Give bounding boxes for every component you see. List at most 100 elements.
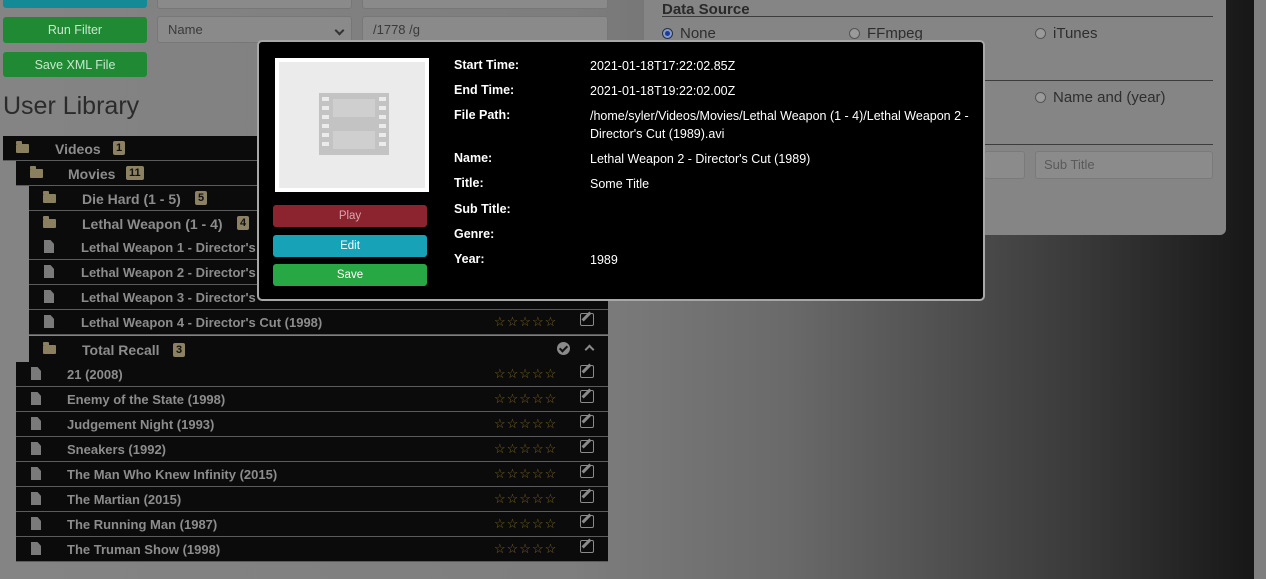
top-partial-button[interactable]: [3, 0, 147, 8]
item-label: Lethal Weapon 2 - Director's: [81, 265, 256, 280]
rating-stars[interactable]: ☆☆☆☆☆: [494, 491, 557, 507]
folder-label: Videos: [55, 141, 101, 157]
folder-icon: [16, 141, 29, 153]
name-value: Lethal Weapon 2 - Director's Cut (1989): [590, 152, 811, 166]
edit-icon[interactable]: [580, 490, 594, 503]
start-time-value: 2021-01-18T17:22:02.85Z: [590, 59, 736, 73]
item-label: Enemy of the State (1998): [67, 392, 226, 407]
file-icon: [31, 492, 41, 505]
name-label: Name:: [454, 151, 493, 165]
radio-itunes[interactable]: [1035, 28, 1046, 39]
count-badge: 11: [126, 166, 144, 180]
file-icon: [31, 542, 41, 555]
file-icon: [31, 392, 41, 405]
rating-stars[interactable]: ☆☆☆☆☆: [494, 366, 557, 382]
file-icon: [31, 467, 41, 480]
partial-field[interactable]: [984, 151, 1025, 179]
edit-icon[interactable]: [580, 540, 594, 553]
tree-item-movie[interactable]: The Man Who Knew Infinity (2015) ☆☆☆☆☆: [16, 462, 608, 487]
item-label: The Man Who Knew Infinity (2015): [67, 467, 278, 482]
rating-stars[interactable]: ☆☆☆☆☆: [494, 314, 557, 330]
filter-field-select[interactable]: Name: [157, 16, 352, 43]
folder-icon: [43, 216, 56, 228]
play-button[interactable]: Play: [273, 205, 427, 227]
year-value: 1989: [590, 253, 618, 267]
sub-title-label: Sub Title:: [454, 202, 511, 216]
tree-item-movie[interactable]: The Truman Show (1998) ☆☆☆☆☆: [16, 537, 608, 562]
save-xml-button[interactable]: Save XML File: [3, 52, 147, 77]
item-label: 21 (2008): [67, 367, 123, 382]
rating-stars[interactable]: ☆☆☆☆☆: [494, 516, 557, 532]
file-icon: [44, 240, 54, 253]
title-value: Some Title: [590, 177, 650, 191]
edit-icon[interactable]: [580, 365, 594, 378]
edit-icon[interactable]: [580, 440, 594, 453]
file-icon: [44, 265, 54, 278]
media-details-modal: Play Edit Save Start Time: 2021-01-18T17…: [257, 40, 985, 301]
item-label: The Truman Show (1998): [67, 542, 221, 557]
file-icon: [44, 290, 54, 303]
count-badge: 3: [173, 343, 186, 357]
file-icon: [31, 367, 41, 380]
count-badge: 5: [195, 191, 208, 205]
year-label: Year:: [454, 252, 485, 266]
chevron-up-icon[interactable]: [584, 344, 595, 355]
edit-icon[interactable]: [580, 515, 594, 528]
check-circle-icon[interactable]: [557, 342, 570, 355]
file-icon: [31, 442, 41, 455]
end-time-label: End Time:: [454, 83, 515, 97]
rating-stars[interactable]: ☆☆☆☆☆: [494, 391, 557, 407]
start-time-label: Start Time:: [454, 58, 520, 72]
radio-name-year-label: Name and (year): [1053, 89, 1166, 106]
item-label: Lethal Weapon 1 - Director's: [81, 240, 256, 255]
folder-label: Movies: [68, 166, 116, 182]
edit-icon[interactable]: [580, 465, 594, 478]
folder-icon: [43, 191, 56, 203]
radio-ffmpeg[interactable]: [849, 28, 860, 39]
thumbnail: [275, 58, 429, 192]
tree-item-movie[interactable]: The Running Man (1987) ☆☆☆☆☆: [16, 512, 608, 537]
rating-stars[interactable]: ☆☆☆☆☆: [494, 541, 557, 557]
tree-item-movie[interactable]: The Martian (2015) ☆☆☆☆☆: [16, 487, 608, 512]
file-icon: [31, 417, 41, 430]
top-partial-field[interactable]: [157, 0, 352, 9]
item-label: Judgement Night (1993): [67, 417, 215, 432]
filter-pattern-input[interactable]: /1778 /g: [362, 16, 608, 43]
folder-label: Total Recall: [82, 342, 160, 358]
radio-itunes-label: iTunes: [1053, 25, 1098, 42]
tree-item-lw4[interactable]: Lethal Weapon 4 - Director's Cut (1998) …: [29, 310, 608, 335]
rating-stars[interactable]: ☆☆☆☆☆: [494, 466, 557, 482]
radio-name-year[interactable]: [1035, 92, 1046, 103]
folder-label: Die Hard (1 - 5): [82, 191, 181, 207]
tree-item-movie[interactable]: Judgement Night (1993) ☆☆☆☆☆: [16, 412, 608, 437]
right-edge-strip: [1254, 0, 1266, 579]
genre-label: Genre:: [454, 227, 495, 241]
top-partial-field-2[interactable]: [362, 0, 608, 9]
rating-stars[interactable]: ☆☆☆☆☆: [494, 441, 557, 457]
count-badge: 4: [237, 216, 250, 230]
edit-icon[interactable]: [580, 390, 594, 403]
save-button[interactable]: Save: [273, 264, 427, 286]
tree-item-movie[interactable]: Enemy of the State (1998) ☆☆☆☆☆: [16, 387, 608, 412]
tree-folder-total-recall[interactable]: Total Recall 3: [29, 336, 608, 363]
item-label: Sneakers (1992): [67, 442, 167, 457]
edit-icon[interactable]: [580, 313, 594, 326]
edit-icon[interactable]: [580, 415, 594, 428]
folder-label: Lethal Weapon (1 - 4): [82, 216, 223, 232]
run-filter-button[interactable]: Run Filter: [3, 17, 147, 43]
filter-field-value: Name: [168, 22, 203, 37]
file-icon: [44, 315, 54, 328]
radio-none[interactable]: [662, 28, 673, 39]
tree-item-movie[interactable]: Sneakers (1992) ☆☆☆☆☆: [16, 437, 608, 462]
item-label: The Martian (2015): [67, 492, 182, 507]
sub-title-input[interactable]: Sub Title: [1035, 151, 1213, 179]
item-label: Lethal Weapon 3 - Director's: [81, 290, 256, 305]
file-icon: [31, 517, 41, 530]
folder-icon: [30, 166, 43, 178]
edit-button[interactable]: Edit: [273, 235, 427, 257]
item-label: The Running Man (1987): [67, 517, 218, 532]
tree-item-movie[interactable]: 21 (2008) ☆☆☆☆☆: [16, 362, 608, 387]
count-badge: 1: [113, 141, 126, 155]
title-label: Title:: [454, 176, 484, 190]
rating-stars[interactable]: ☆☆☆☆☆: [494, 416, 557, 432]
